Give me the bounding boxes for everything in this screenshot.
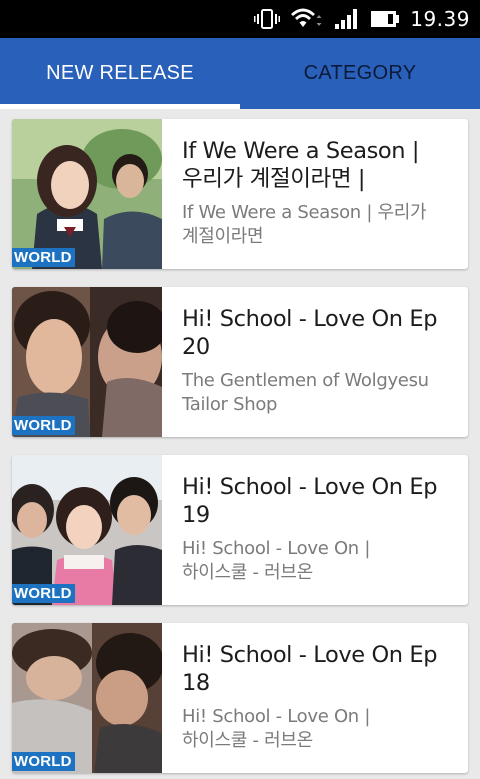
- card-text: If We Were a Season | 우리가 계절이라면 | If We …: [182, 137, 458, 249]
- status-icons: 19.39: [254, 0, 470, 38]
- video-thumbnail: WORLD: [12, 287, 162, 437]
- tab-new-release-label: NEW RELEASE: [46, 62, 194, 84]
- video-thumbnail: WORLD: [12, 623, 162, 773]
- video-subtitle-line: The Gentlemen of Wolgyesu: [182, 370, 429, 391]
- list-item[interactable]: WORLD Hi! School - Love On Ep 18 Hi! Sch…: [12, 623, 468, 773]
- video-subtitle-line: 계절이라면: [182, 226, 264, 247]
- card-text: Hi! School - Love On Ep 18 Hi! School - …: [182, 641, 458, 753]
- tab-bar: NEW RELEASE CATEGORY: [0, 38, 480, 109]
- tab-category[interactable]: CATEGORY: [240, 38, 480, 109]
- video-subtitle: Hi! School - Love On | 하이스쿨 - 러브온: [182, 537, 458, 585]
- world-badge: WORLD: [12, 752, 75, 771]
- video-title: If We Were a Season | 우리가 계절이라면 |: [182, 137, 458, 193]
- video-title: Hi! School - Love On Ep 20: [182, 305, 458, 361]
- video-title: Hi! School - Love On Ep 18: [182, 641, 458, 697]
- video-subtitle-line: Hi! School - Love On |: [182, 538, 371, 559]
- video-subtitle: The Gentlemen of Wolgyesu Tailor Shop: [182, 369, 458, 417]
- video-thumbnail: WORLD: [12, 455, 162, 605]
- tab-category-label: CATEGORY: [303, 62, 417, 84]
- tab-new-release[interactable]: NEW RELEASE: [0, 38, 240, 109]
- video-subtitle-line: 하이스쿨 - 러브온: [182, 562, 313, 583]
- vibrate-icon: [254, 8, 281, 30]
- signal-icon: [334, 8, 360, 30]
- card-text: Hi! School - Love On Ep 20 The Gentlemen…: [182, 305, 458, 417]
- video-subtitle-line: Hi! School - Love On |: [182, 706, 371, 727]
- video-subtitle-line: If We Were a Season | 우리가: [182, 202, 427, 223]
- status-time: 19.39: [410, 7, 470, 31]
- video-title-line: 19: [182, 502, 210, 528]
- video-subtitle-line: Tailor Shop: [182, 394, 278, 415]
- video-title-line: Hi! School - Love On Ep: [182, 642, 438, 668]
- card-text: Hi! School - Love On Ep 19 Hi! School - …: [182, 473, 458, 585]
- video-thumbnail: WORLD: [12, 119, 162, 269]
- wifi-icon: [290, 7, 324, 31]
- video-title-line: If We Were a Season |: [182, 138, 420, 164]
- world-badge: WORLD: [12, 584, 75, 603]
- video-subtitle-line: 하이스쿨 - 러브온: [182, 730, 313, 751]
- status-bar: 19.39: [0, 0, 480, 38]
- list-item[interactable]: WORLD Hi! School - Love On Ep 20 The Gen…: [12, 287, 468, 437]
- tab-selected-indicator: [0, 104, 240, 109]
- video-title-line: Hi! School - Love On Ep: [182, 306, 438, 332]
- world-badge: WORLD: [12, 248, 75, 267]
- video-title-line: 우리가 계절이라면 |: [182, 166, 366, 192]
- video-subtitle: If We Were a Season | 우리가 계절이라면: [182, 201, 458, 249]
- video-title-line: 20: [182, 334, 210, 360]
- world-badge: WORLD: [12, 416, 75, 435]
- battery-icon: [370, 9, 400, 29]
- video-title: Hi! School - Love On Ep 19: [182, 473, 458, 529]
- list-item[interactable]: WORLD Hi! School - Love On Ep 19 Hi! Sch…: [12, 455, 468, 605]
- video-subtitle: Hi! School - Love On | 하이스쿨 - 러브온: [182, 705, 458, 753]
- video-title-line: Hi! School - Love On Ep: [182, 474, 438, 500]
- list-item[interactable]: WORLD If We Were a Season | 우리가 계절이라면 | …: [12, 119, 468, 269]
- video-title-line: 18: [182, 670, 210, 696]
